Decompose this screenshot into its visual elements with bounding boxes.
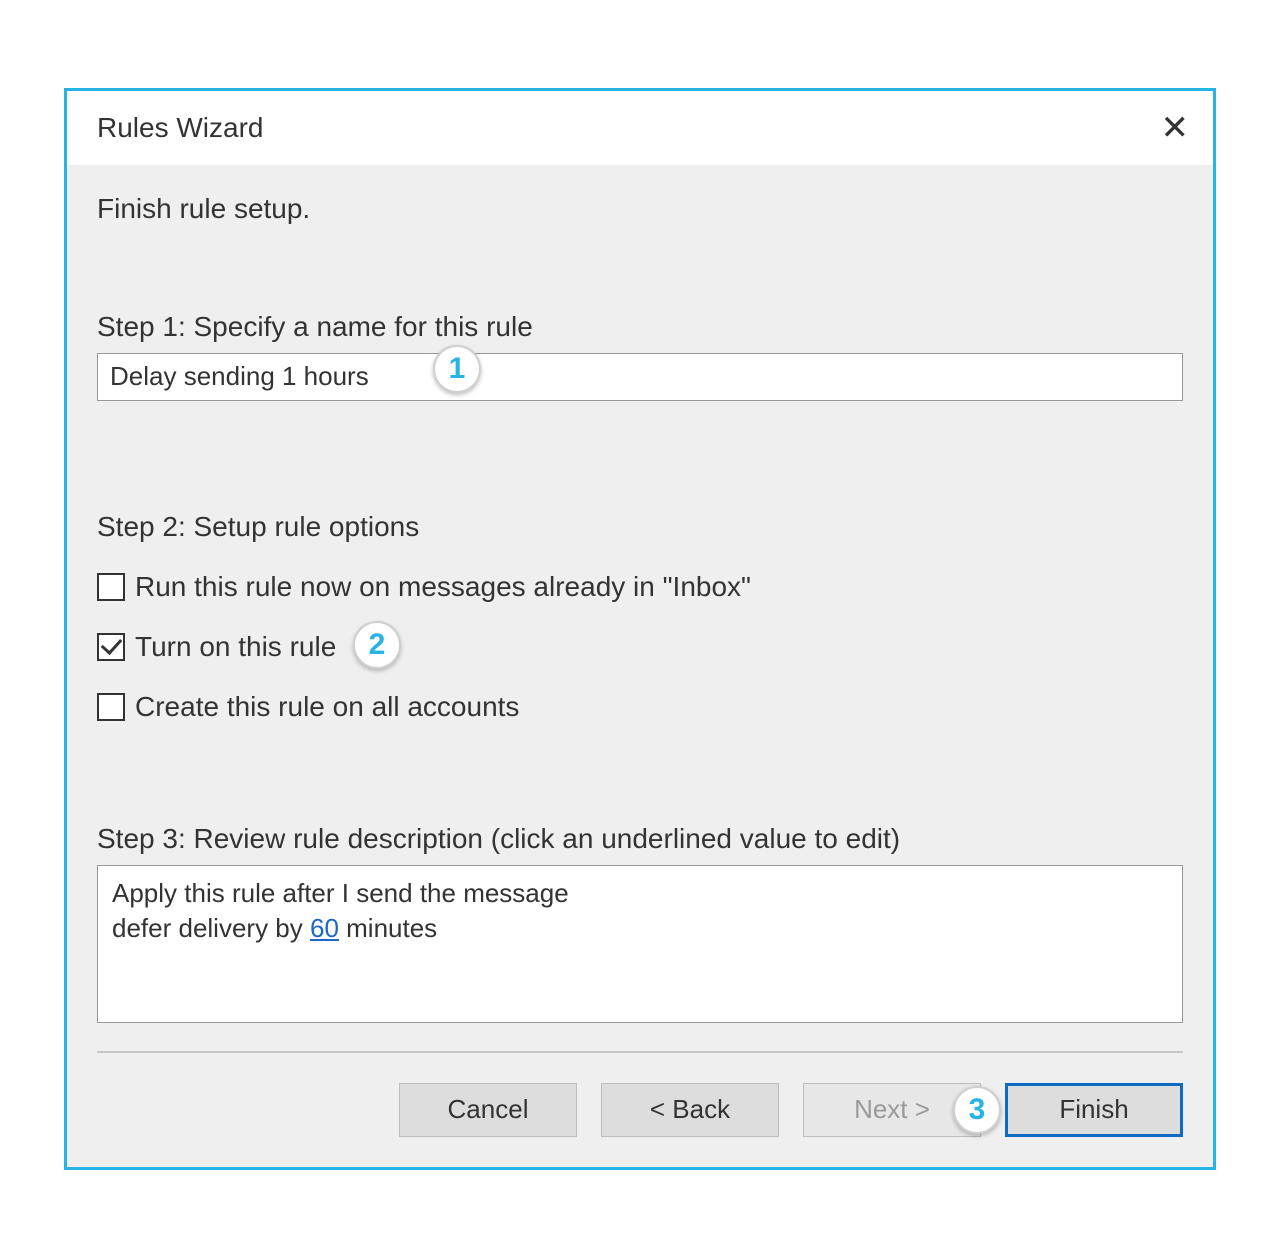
close-icon[interactable]: ✕ <box>1161 111 1190 145</box>
option-all-accounts-label: Create this rule on all accounts <box>135 691 519 723</box>
step2-label: Step 2: Setup rule options <box>97 511 1183 543</box>
dialog-title: Rules Wizard <box>97 112 263 144</box>
rule-description-prefix: defer delivery by <box>112 913 310 943</box>
rule-description-line1: Apply this rule after I send the message <box>112 876 1168 911</box>
checkbox-checked-icon[interactable] <box>97 633 125 661</box>
rules-wizard-dialog: Rules Wizard ✕ Finish rule setup. Step 1… <box>64 88 1216 1170</box>
option-run-now-label: Run this rule now on messages already in… <box>135 571 751 603</box>
finish-button[interactable]: Finish <box>1005 1083 1183 1137</box>
titlebar: Rules Wizard ✕ <box>67 91 1213 165</box>
step1-label: Step 1: Specify a name for this rule <box>97 311 1183 343</box>
option-turn-on-row[interactable]: Turn on this rule 2 <box>97 631 1183 663</box>
option-turn-on-label: Turn on this rule <box>135 631 336 663</box>
rule-name-input-wrap: 1 <box>97 353 1183 401</box>
step2-block: Step 2: Setup rule options Run this rule… <box>97 511 1183 723</box>
rule-description-line2: defer delivery by 60 minutes <box>112 911 1168 946</box>
dialog-subtitle: Finish rule setup. <box>97 193 1183 225</box>
option-all-accounts-row[interactable]: Create this rule on all accounts <box>97 691 1183 723</box>
dialog-content: Finish rule setup. Step 1: Specify a nam… <box>67 165 1213 1167</box>
defer-minutes-link[interactable]: 60 <box>310 913 339 943</box>
rule-description-suffix: minutes <box>339 913 437 943</box>
button-row: Cancel < Back Next > Finish 3 <box>97 1083 1183 1137</box>
checkbox-icon[interactable] <box>97 573 125 601</box>
checkbox-icon[interactable] <box>97 693 125 721</box>
callout-badge-1: 1 <box>433 345 481 393</box>
back-button[interactable]: < Back <box>601 1083 779 1137</box>
step3-block: Step 3: Review rule description (click a… <box>97 823 1183 1023</box>
rule-name-input[interactable] <box>97 353 1183 401</box>
cancel-button[interactable]: Cancel <box>399 1083 577 1137</box>
separator <box>97 1051 1183 1053</box>
rule-description-box: Apply this rule after I send the message… <box>97 865 1183 1023</box>
step3-label: Step 3: Review rule description (click a… <box>97 823 1183 855</box>
option-run-now-row[interactable]: Run this rule now on messages already in… <box>97 571 1183 603</box>
callout-badge-3: 3 <box>953 1086 1001 1134</box>
callout-badge-2: 2 <box>353 621 401 669</box>
